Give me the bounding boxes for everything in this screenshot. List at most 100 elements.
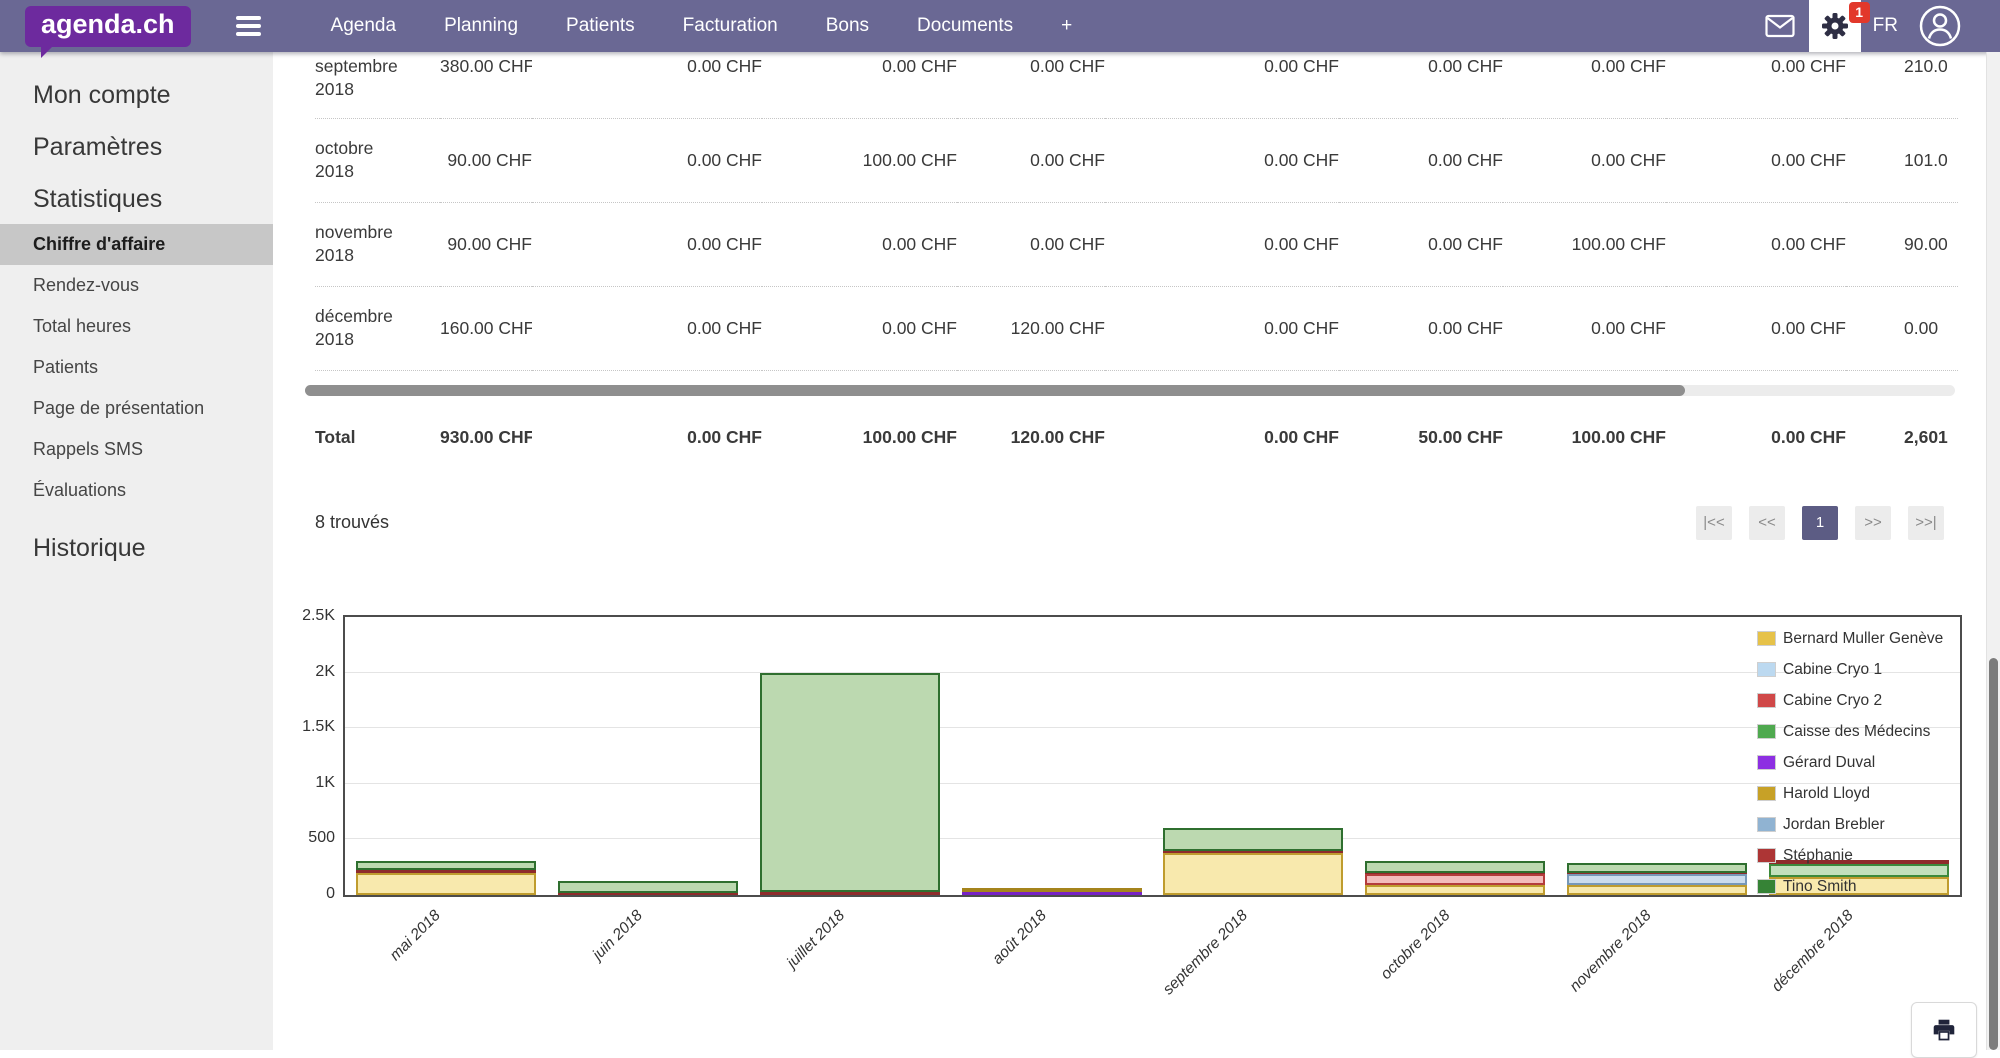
legend-swatch (1757, 755, 1776, 770)
amount-cell: 0.00 CHF (1666, 118, 1846, 202)
amount-cell: 0.00 CHF (532, 118, 762, 202)
table-row: octobre201890.00 CHF0.00 CHF100.00 CHF0.… (315, 118, 1958, 202)
vertical-scrollbar[interactable] (1986, 52, 2000, 1050)
nav-item-agenda[interactable]: Agenda (331, 15, 397, 37)
last-page-button[interactable]: >>| (1908, 506, 1944, 540)
language-selector[interactable]: FR (1873, 15, 1898, 37)
total-row: Total930.00 CHF0.00 CHF100.00 CHF120.00 … (315, 396, 1958, 480)
legend-item[interactable]: Bernard Muller Genève (1757, 623, 1943, 654)
sidebar-item-mon-compte[interactable]: Mon compte (0, 80, 273, 110)
sidebar-item-rappels-sms[interactable]: Rappels SMS (0, 429, 273, 470)
amount-cell: 0.00 CHF (1503, 286, 1666, 370)
sidebar-item-parametres[interactable]: Paramètres (0, 132, 273, 162)
vertical-scrollbar-thumb[interactable] (1989, 658, 1998, 1050)
main-content: septembre2018380.00 CHF0.00 CHF0.00 CHF0… (273, 52, 1986, 1050)
y-axis-tick-label: 1.5K (267, 718, 335, 736)
revenue-table-total: Total930.00 CHF0.00 CHF100.00 CHF120.00 … (315, 396, 1958, 480)
prev-page-button[interactable]: << (1749, 506, 1785, 540)
sidebar-item-patients[interactable]: Patients (0, 347, 273, 388)
horizontal-scrollbar-thumb[interactable] (305, 385, 1685, 396)
amount-cell: 0.00 CHF (1666, 286, 1846, 370)
amount-cell: 0.00 CHF (532, 286, 762, 370)
legend-item[interactable]: Stéphanie (1757, 840, 1943, 871)
nav-item-patients[interactable]: Patients (566, 15, 635, 37)
amount-cell: 120.00 CHF (957, 286, 1105, 370)
amount-cell: 0.00 CHF (532, 202, 762, 286)
legend-swatch (1757, 631, 1776, 646)
bar-segment[interactable] (760, 673, 940, 892)
month-name: octobre (315, 137, 440, 160)
legend-item[interactable]: Cabine Cryo 1 (1757, 654, 1943, 685)
total-amount-cell: 930.00 CHF (440, 396, 532, 480)
horizontal-scrollbar[interactable] (305, 385, 1955, 396)
table-row: décembre2018160.00 CHF0.00 CHF0.00 CHF12… (315, 286, 1958, 370)
month-name: novembre (315, 221, 440, 244)
nav-item-planning[interactable]: Planning (444, 15, 518, 37)
bar-segment[interactable] (1567, 863, 1747, 873)
legend-item[interactable]: Cabine Cryo 2 (1757, 685, 1943, 716)
revenue-chart: 05001K1.5K2K2.5KBernard Muller GenèveCab… (343, 615, 1962, 1045)
bar-segment[interactable] (1163, 828, 1343, 851)
sidebar-item-rendez-vous[interactable]: Rendez-vous (0, 265, 273, 306)
user-avatar-icon[interactable] (1910, 0, 1970, 52)
bar-segment[interactable] (558, 881, 738, 893)
sidebar-item-page-de-presentation[interactable]: Page de présentation (0, 388, 273, 429)
month-cell: novembre2018 (315, 202, 440, 286)
sidebar-item-statistiques[interactable]: Statistiques (0, 184, 273, 214)
nav-item-documents[interactable]: Documents (917, 15, 1013, 37)
x-axis-label: septembre 2018 (1160, 907, 1252, 999)
amount-cell: 90.00 CHF (440, 202, 532, 286)
amount-cell: 90.00 CHF (440, 118, 532, 202)
legend-item[interactable]: Jordan Brebler (1757, 809, 1943, 840)
amount-cell: 100.00 CHF (1503, 202, 1666, 286)
amount-cell: 0.00 CHF (532, 52, 762, 118)
bar-segment[interactable] (356, 861, 536, 870)
sidebar-item-total-heures[interactable]: Total heures (0, 306, 273, 347)
legend-label: Tino Smith (1783, 878, 1857, 896)
legend-item[interactable]: Caisse des Médecins (1757, 716, 1943, 747)
bar-segment[interactable] (1567, 885, 1747, 895)
y-axis-tick-label: 0 (267, 885, 335, 903)
bar-segment[interactable] (1163, 853, 1343, 895)
settings-gear-icon[interactable]: 1 (1809, 0, 1861, 52)
app-logo[interactable]: agenda.ch (25, 6, 191, 47)
amount-cell: 0.00 CHF (957, 118, 1105, 202)
revenue-table: septembre2018380.00 CHF0.00 CHF0.00 CHF0… (315, 52, 1958, 371)
table-row: novembre201890.00 CHF0.00 CHF0.00 CHF0.0… (315, 202, 1958, 286)
y-axis-tick-label: 2K (267, 663, 335, 681)
legend-swatch (1757, 786, 1776, 801)
bar-segment[interactable] (1567, 874, 1747, 885)
page-1-button[interactable]: 1 (1802, 506, 1838, 540)
month-year: 2018 (315, 78, 440, 101)
bar-segment[interactable] (356, 873, 536, 895)
nav-item-add[interactable]: + (1061, 15, 1072, 37)
main-nav: Agenda Planning Patients Facturation Bons Doc… (331, 15, 1073, 37)
sidebar-item-historique[interactable]: Historique (0, 533, 273, 563)
bar-segment[interactable] (1365, 861, 1545, 872)
legend-swatch (1757, 693, 1776, 708)
nav-item-facturation[interactable]: Facturation (683, 15, 778, 37)
gridline (345, 727, 1960, 728)
legend-item[interactable]: Harold Lloyd (1757, 778, 1943, 809)
amount-cell: 0.00 CHF (957, 202, 1105, 286)
y-axis-tick-label: 1K (267, 774, 335, 792)
nav-item-bons[interactable]: Bons (826, 15, 869, 37)
sidebar-item-evaluations[interactable]: Évaluations (0, 470, 273, 511)
hamburger-menu-icon[interactable] (236, 16, 261, 36)
bar-segment[interactable] (1365, 874, 1545, 885)
amount-cell: 0.00 CHF (1666, 202, 1846, 286)
mail-icon[interactable] (1751, 0, 1809, 52)
legend-item[interactable]: Gérard Duval (1757, 747, 1943, 778)
total-amount-cell: 50.00 CHF (1339, 396, 1503, 480)
bar-segment[interactable] (1365, 885, 1545, 895)
first-page-button[interactable]: |<< (1696, 506, 1732, 540)
bar-segment[interactable] (962, 888, 1142, 892)
pagination: |<< << 1 >> >>| (1696, 506, 1944, 540)
gridline (345, 783, 1960, 784)
sidebar-item-chiffre-d-affaire[interactable]: Chiffre d'affaire (0, 224, 273, 265)
next-page-button[interactable]: >> (1855, 506, 1891, 540)
legend-label: Caisse des Médecins (1783, 723, 1930, 741)
amount-cell: 380.00 CHF (440, 52, 532, 118)
legend-item[interactable]: Tino Smith (1757, 871, 1943, 902)
amount-cell: 0.00 CHF (1339, 52, 1503, 118)
